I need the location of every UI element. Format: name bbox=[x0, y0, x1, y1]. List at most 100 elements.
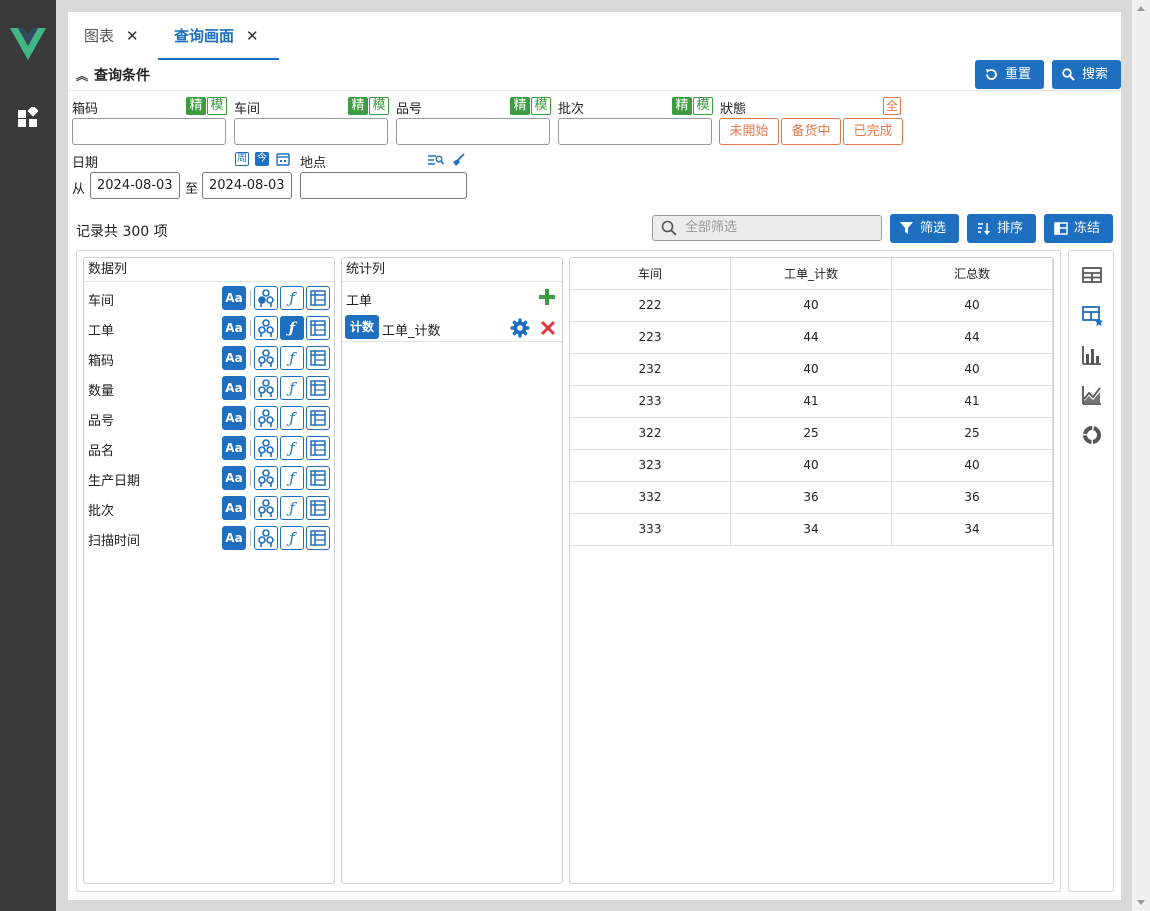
table-row[interactable]: 323 40 40 bbox=[570, 450, 1053, 482]
column-header-count[interactable]: 工单_计数 bbox=[731, 258, 892, 289]
pivot-column-icon[interactable] bbox=[306, 376, 330, 400]
fuzzy-match-toggle-boxcode[interactable]: 模 bbox=[207, 97, 227, 115]
freeze-button[interactable]: 冻结 bbox=[1044, 214, 1113, 243]
location-input[interactable] bbox=[300, 172, 467, 199]
exact-match-toggle-partno[interactable]: 精 bbox=[510, 97, 530, 115]
pivot-column-icon[interactable] bbox=[306, 436, 330, 460]
data-column-row[interactable]: 品名 Aa ƒ bbox=[84, 432, 334, 462]
pivot-column-icon[interactable] bbox=[306, 286, 330, 310]
function-icon[interactable]: ƒ bbox=[280, 376, 304, 400]
function-icon[interactable]: ƒ bbox=[280, 286, 304, 310]
pivot-column-icon[interactable] bbox=[306, 316, 330, 340]
gear-icon[interactable] bbox=[510, 318, 530, 338]
collapse-chevron-icon[interactable]: ︽ bbox=[76, 67, 88, 84]
text-format-button[interactable]: Aa bbox=[222, 406, 246, 430]
exact-match-toggle-boxcode[interactable]: 精 bbox=[186, 97, 206, 115]
function-icon[interactable]: ƒ bbox=[280, 316, 304, 340]
text-format-button[interactable]: Aa bbox=[222, 376, 246, 400]
workshop-input[interactable] bbox=[234, 118, 388, 145]
pivot-column-icon[interactable] bbox=[306, 526, 330, 550]
pivot-column-icon[interactable] bbox=[306, 406, 330, 430]
list-search-icon[interactable] bbox=[428, 154, 444, 166]
bar-chart-icon[interactable] bbox=[1081, 344, 1103, 366]
group-by-row[interactable]: 工单 bbox=[342, 282, 562, 312]
text-format-button[interactable]: Aa bbox=[222, 466, 246, 490]
fuzzy-match-toggle-batch[interactable]: 模 bbox=[693, 97, 713, 115]
function-icon[interactable]: ƒ bbox=[280, 436, 304, 460]
data-column-row[interactable]: 数量 Aa ƒ bbox=[84, 372, 334, 402]
pivot-column-icon[interactable] bbox=[306, 346, 330, 370]
reset-button[interactable]: 重置 bbox=[975, 60, 1044, 89]
data-column-row[interactable]: 生产日期 Aa ƒ bbox=[84, 462, 334, 492]
data-column-row[interactable]: 品号 Aa ƒ bbox=[84, 402, 334, 432]
status-option-not-started[interactable]: 未開始 bbox=[719, 118, 779, 145]
table-row[interactable]: 222 40 40 bbox=[570, 290, 1053, 322]
status-option-preparing[interactable]: 备货中 bbox=[781, 118, 841, 145]
group-by-icon[interactable] bbox=[254, 466, 278, 490]
filter-button[interactable]: 筛选 bbox=[890, 214, 959, 243]
table-row[interactable]: 232 40 40 bbox=[570, 354, 1053, 386]
function-icon[interactable]: ƒ bbox=[280, 526, 304, 550]
group-by-icon[interactable] bbox=[254, 406, 278, 430]
search-button[interactable]: 搜索 bbox=[1052, 60, 1121, 89]
table-row[interactable]: 233 41 41 bbox=[570, 386, 1053, 418]
table-row[interactable]: 322 25 25 bbox=[570, 418, 1053, 450]
group-by-icon[interactable] bbox=[254, 316, 278, 340]
global-filter-input[interactable]: 全部筛选 bbox=[652, 215, 882, 241]
dashboard-icon[interactable] bbox=[18, 107, 38, 127]
query-section-header[interactable]: ︽ 查询条件 bbox=[76, 65, 150, 85]
count-aggregate-badge[interactable]: 计数 bbox=[345, 315, 379, 339]
column-header-total[interactable]: 汇总数 bbox=[892, 258, 1053, 289]
function-icon[interactable]: ƒ bbox=[280, 466, 304, 490]
donut-chart-icon[interactable] bbox=[1081, 424, 1103, 446]
group-by-icon[interactable] bbox=[254, 436, 278, 460]
stat-row-count[interactable]: 计数 工单_计数 bbox=[342, 312, 562, 342]
status-option-completed[interactable]: 已完成 bbox=[843, 118, 903, 145]
text-format-button[interactable]: Aa bbox=[222, 286, 246, 310]
table-view-icon[interactable] bbox=[1081, 264, 1103, 286]
partno-input[interactable] bbox=[396, 118, 550, 145]
text-format-button[interactable]: Aa bbox=[222, 316, 246, 340]
data-column-row[interactable]: 工单 Aa ƒ bbox=[84, 312, 334, 342]
function-icon[interactable]: ƒ bbox=[280, 496, 304, 520]
tab-query[interactable]: 查询画面 ✕ bbox=[158, 22, 278, 58]
table-row[interactable]: 333 34 34 bbox=[570, 514, 1053, 546]
fuzzy-match-toggle-partno[interactable]: 模 bbox=[531, 97, 551, 115]
fuzzy-match-toggle-workshop[interactable]: 模 bbox=[369, 97, 389, 115]
sort-button[interactable]: 排序 bbox=[967, 214, 1036, 243]
data-column-row[interactable]: 车间 Aa ƒ bbox=[84, 282, 334, 312]
data-column-row[interactable]: 扫描时间 Aa ƒ bbox=[84, 522, 334, 552]
text-format-button[interactable]: Aa bbox=[222, 346, 246, 370]
group-by-icon[interactable] bbox=[254, 286, 278, 310]
text-format-button[interactable]: Aa bbox=[222, 496, 246, 520]
text-format-button[interactable]: Aa bbox=[222, 526, 246, 550]
boxcode-input[interactable] bbox=[72, 118, 226, 145]
group-by-icon[interactable] bbox=[254, 376, 278, 400]
date-from-input[interactable]: 2024-08-03 bbox=[90, 172, 180, 199]
data-column-row[interactable]: 箱码 Aa ƒ bbox=[84, 342, 334, 372]
function-icon[interactable]: ƒ bbox=[280, 346, 304, 370]
group-by-icon[interactable] bbox=[254, 496, 278, 520]
exact-match-toggle-workshop[interactable]: 精 bbox=[348, 97, 368, 115]
table-row[interactable]: 332 36 36 bbox=[570, 482, 1053, 514]
date-to-input[interactable]: 2024-08-03 bbox=[202, 172, 292, 199]
pivot-column-icon[interactable] bbox=[306, 496, 330, 520]
batch-input[interactable] bbox=[558, 118, 712, 145]
close-icon[interactable] bbox=[540, 320, 556, 336]
calendar-icon[interactable] bbox=[276, 152, 290, 166]
scroll-down-icon[interactable] bbox=[1137, 900, 1145, 905]
tab-chart[interactable]: 图表 ✕ bbox=[84, 22, 139, 58]
page-scrollbar[interactable] bbox=[1132, 0, 1150, 911]
tab-chart-close-icon[interactable]: ✕ bbox=[126, 27, 139, 45]
table-row[interactable]: 223 44 44 bbox=[570, 322, 1053, 354]
tab-query-close-icon[interactable]: ✕ bbox=[246, 27, 259, 45]
group-by-icon[interactable] bbox=[254, 526, 278, 550]
pivot-table-icon[interactable] bbox=[1081, 304, 1103, 326]
broom-clear-icon[interactable] bbox=[451, 153, 465, 167]
line-chart-icon[interactable] bbox=[1081, 384, 1103, 406]
add-stat-icon[interactable] bbox=[539, 289, 555, 305]
text-format-button[interactable]: Aa bbox=[222, 436, 246, 460]
date-week-button[interactable]: 周 bbox=[235, 152, 249, 166]
scroll-up-icon[interactable] bbox=[1137, 6, 1145, 11]
exact-match-toggle-batch[interactable]: 精 bbox=[672, 97, 692, 115]
